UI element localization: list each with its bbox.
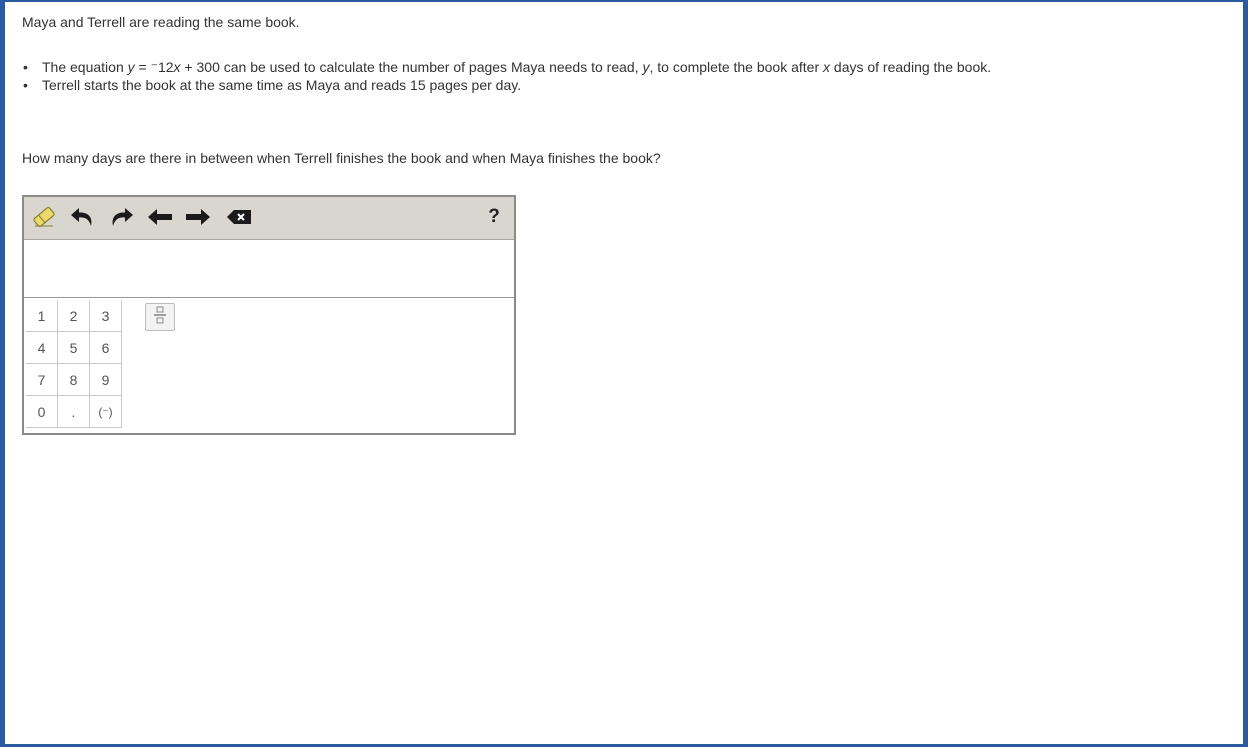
editor-toolbar: ? xyxy=(24,197,514,240)
key-7[interactable]: 7 xyxy=(26,364,58,396)
backspace-button[interactable] xyxy=(224,203,254,231)
problem-intro: Maya and Terrell are reading the same bo… xyxy=(22,14,300,30)
key-2[interactable]: 2 xyxy=(58,300,90,332)
arrow-left-icon xyxy=(146,206,174,228)
var-y: y xyxy=(127,59,135,75)
key-3[interactable]: 3 xyxy=(90,300,122,332)
problem-bullets: The equation y = ⁻12x + 300 can be used … xyxy=(22,59,1222,95)
var-x: x xyxy=(173,59,181,75)
equation-editor: ? 1 2 3 4 5 6 7 8 9 0 . (⁻) xyxy=(22,195,516,435)
bullet1-before: The equation xyxy=(42,59,128,75)
redo-icon xyxy=(107,205,135,229)
key-4[interactable]: 4 xyxy=(26,332,58,364)
key-8[interactable]: 8 xyxy=(58,364,90,396)
help-button[interactable]: ? xyxy=(482,203,506,231)
key-1[interactable]: 1 xyxy=(26,300,58,332)
bullet1-after2: , to complete the book after xyxy=(649,59,824,75)
answer-input[interactable] xyxy=(24,240,514,298)
eraser-button[interactable] xyxy=(29,203,59,231)
undo-icon xyxy=(69,205,97,229)
eraser-icon xyxy=(31,205,57,229)
bullet1-mid: = ⁻12 xyxy=(134,59,174,75)
backspace-icon xyxy=(225,207,253,227)
question-frame: Maya and Terrell are reading the same bo… xyxy=(0,0,1248,747)
fraction-icon xyxy=(153,305,167,330)
arrow-right-icon xyxy=(184,206,212,228)
key-6[interactable]: 6 xyxy=(90,332,122,364)
move-left-button[interactable] xyxy=(145,203,175,231)
undo-button[interactable] xyxy=(68,203,98,231)
key-negative[interactable]: (⁻) xyxy=(90,396,122,428)
redo-button[interactable] xyxy=(106,203,136,231)
key-9[interactable]: 9 xyxy=(90,364,122,396)
var-x2: x xyxy=(823,59,831,75)
bullet-terrell: Terrell starts the book at the same time… xyxy=(22,77,1222,93)
bullet1-after: + 300 can be used to calculate the numbe… xyxy=(180,59,643,75)
key-0[interactable]: 0 xyxy=(26,396,58,428)
fraction-button[interactable] xyxy=(145,303,175,331)
bullet-equation: The equation y = ⁻12x + 300 can be used … xyxy=(22,59,1222,75)
bullet1-after3: days of reading the book. xyxy=(830,59,992,75)
key-5[interactable]: 5 xyxy=(58,332,90,364)
move-right-button[interactable] xyxy=(183,203,213,231)
key-decimal[interactable]: . xyxy=(58,396,90,428)
question-text: How many days are there in between when … xyxy=(22,150,661,166)
